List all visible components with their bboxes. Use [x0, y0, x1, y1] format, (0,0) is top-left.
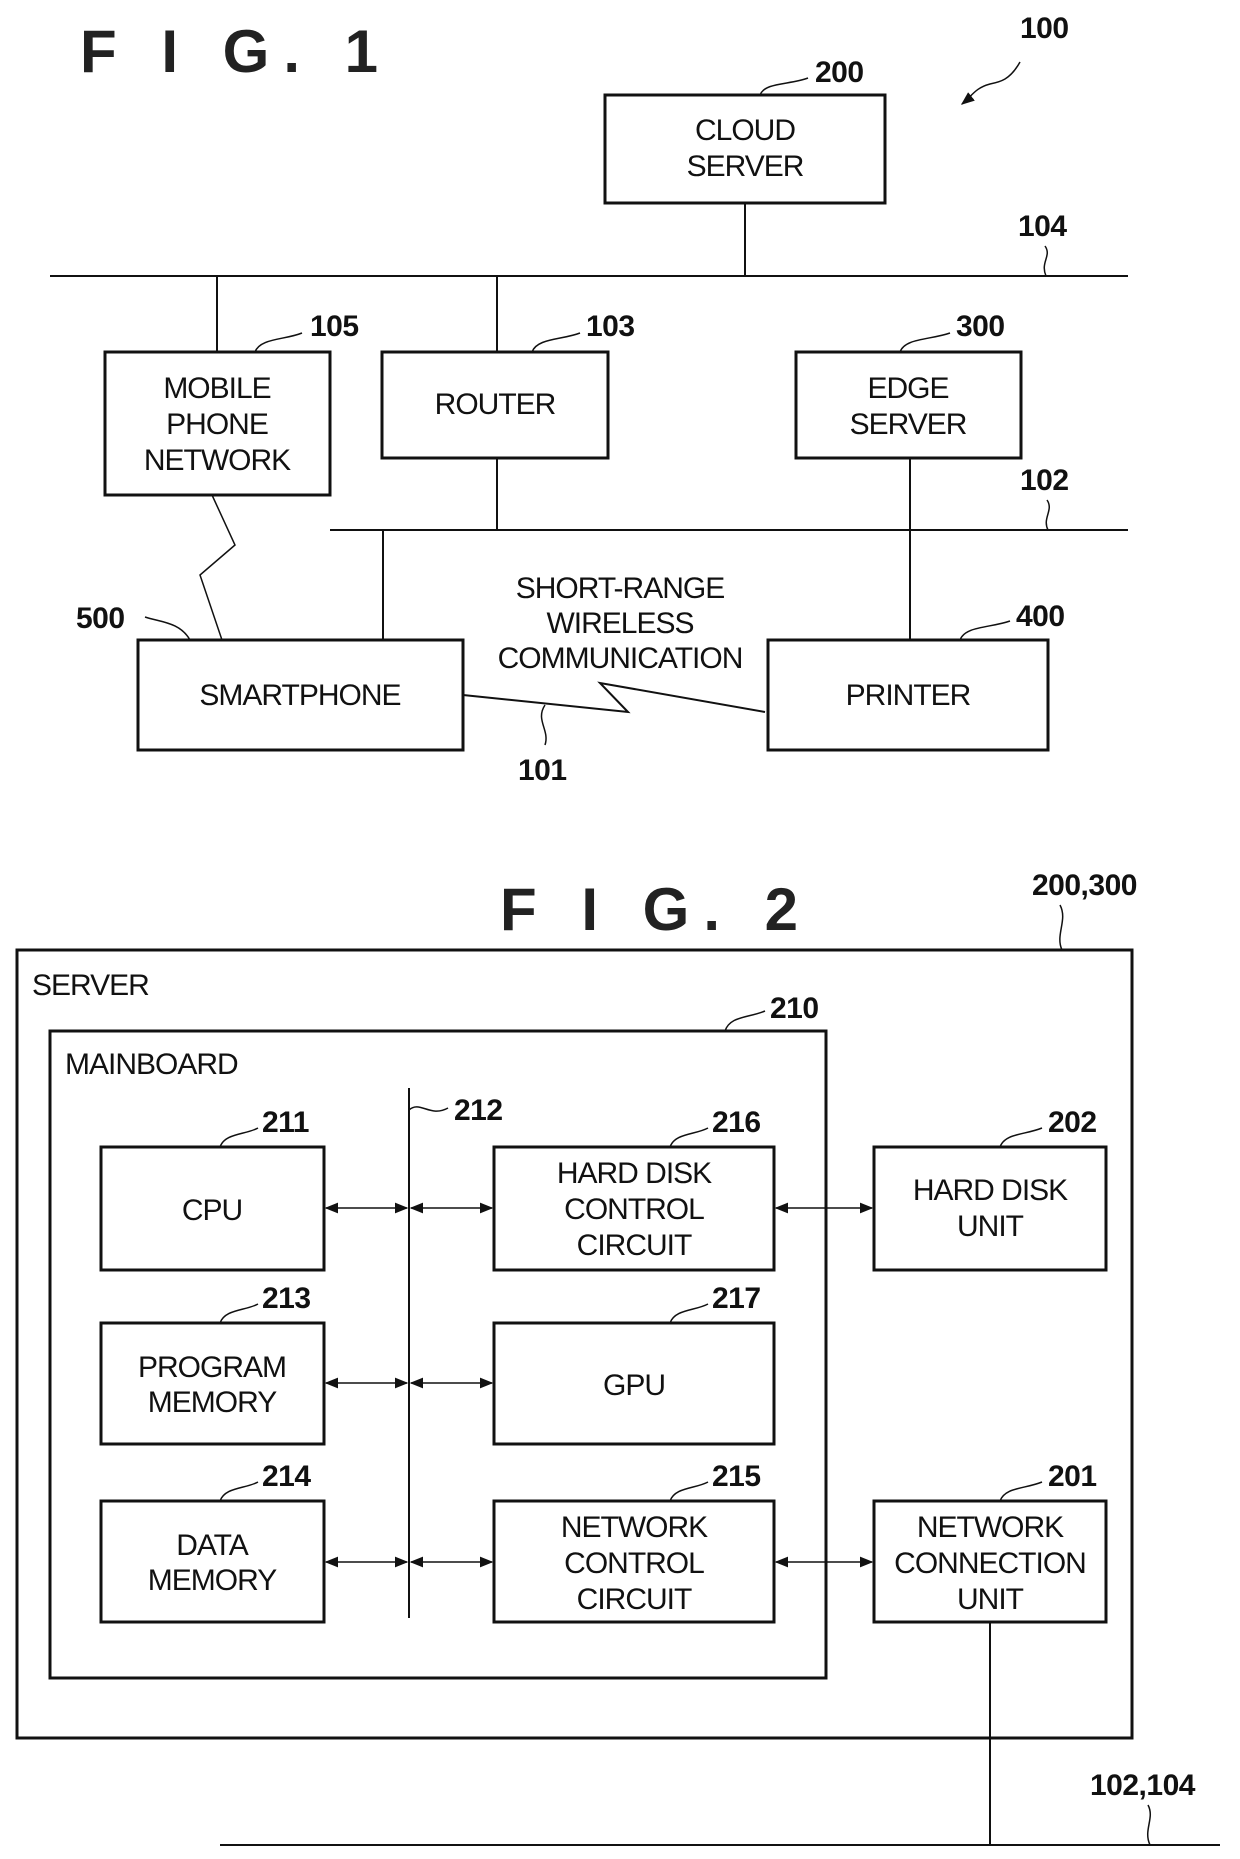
cloud-line-2: SERVER: [687, 150, 804, 183]
smartphone-ref: 500: [76, 602, 125, 635]
data-memory-leader: [219, 1481, 259, 1502]
system-ref-arrow: [960, 61, 1021, 105]
cpu-label: CPU: [182, 1194, 242, 1227]
bus-ref: 212: [454, 1094, 503, 1127]
cpu-ref: 211: [262, 1106, 309, 1139]
printer-ref: 400: [1016, 600, 1065, 633]
edge-ref: 300: [956, 310, 1005, 343]
external-network-ref: 102,104: [1090, 1769, 1196, 1802]
router-label: ROUTER: [435, 388, 556, 421]
network-102-leader: [1045, 499, 1051, 531]
patent-diagram: F I G. 1 100 CLOUD SERVER 200 104 MOBILE…: [15, 12, 1220, 1846]
node-edge-server[interactable]: EDGE SERVER: [794, 350, 1023, 460]
node-hard-disk-unit[interactable]: HARD DISK UNIT: [872, 1145, 1108, 1272]
cpu-leader: [219, 1127, 259, 1148]
mobile-ref: 105: [310, 310, 359, 343]
node-cloud-server[interactable]: CLOUD SERVER: [603, 93, 887, 205]
node-printer[interactable]: PRINTER: [766, 638, 1050, 752]
network-104-ref: 104: [1018, 210, 1067, 243]
server-label: SERVER: [32, 969, 149, 1002]
net-conn-ref: 201: [1048, 1460, 1097, 1493]
edge-line-1: EDGE: [867, 372, 948, 405]
router-leader: [531, 332, 581, 353]
mobile-line-3: NETWORK: [144, 444, 291, 477]
hdd-unit-line-1: HARD DISK: [913, 1174, 1068, 1207]
net-conn-line-1: NETWORK: [917, 1511, 1064, 1544]
short-range-ref: 101: [518, 754, 567, 787]
net-conn-line-2: CONNECTION: [894, 1547, 1086, 1580]
node-smartphone[interactable]: SMARTPHONE: [136, 638, 465, 752]
hdd-ctrl-ref: 216: [712, 1106, 761, 1139]
fig1-title: F I G. 1: [80, 18, 392, 85]
cellular-link: [199, 494, 236, 641]
node-network-connection-unit[interactable]: NETWORK CONNECTION UNIT: [872, 1499, 1108, 1624]
data-memory-line-2: MEMORY: [148, 1564, 277, 1597]
net-conn-line-3: UNIT: [957, 1583, 1024, 1616]
short-range-link: [462, 681, 766, 714]
edge-leader: [899, 332, 951, 353]
cloud-leader: [759, 77, 809, 96]
hdd-unit-ref: 202: [1048, 1106, 1097, 1139]
node-program-memory[interactable]: PROGRAM MEMORY: [99, 1321, 326, 1446]
smartphone-leader: [144, 616, 191, 641]
node-cpu[interactable]: CPU: [99, 1145, 326, 1272]
gpu-ref: 217: [712, 1282, 761, 1315]
node-mobile-phone-network[interactable]: MOBILE PHONE NETWORK: [103, 350, 332, 497]
printer-label: PRINTER: [846, 679, 971, 712]
hdd-ctrl-line-3: CIRCUIT: [577, 1229, 692, 1262]
printer-leader: [959, 620, 1011, 641]
net-ctrl-leader: [669, 1481, 709, 1502]
bus-leader: [408, 1106, 449, 1112]
server-ref: 200,300: [1032, 869, 1137, 902]
mobile-leader: [254, 332, 303, 353]
node-network-control-circuit[interactable]: NETWORK CONTROL CIRCUIT: [492, 1499, 776, 1624]
hdd-ctrl-line-2: CONTROL: [564, 1193, 704, 1226]
mainboard-leader: [724, 1010, 766, 1032]
cloud-line-1: CLOUD: [695, 114, 795, 147]
hdd-ctrl-leader: [669, 1127, 709, 1148]
smartphone-label: SMARTPHONE: [199, 679, 400, 712]
data-memory-line-1: DATA: [176, 1529, 249, 1562]
net-ctrl-ref: 215: [712, 1460, 761, 1493]
mobile-line-2: PHONE: [166, 408, 268, 441]
short-range-leader: [540, 704, 547, 746]
node-router[interactable]: ROUTER: [380, 350, 610, 460]
hdd-ctrl-line-1: HARD DISK: [557, 1157, 712, 1190]
node-gpu[interactable]: GPU: [492, 1321, 776, 1446]
node-hard-disk-control-circuit[interactable]: HARD DISK CONTROL CIRCUIT: [492, 1145, 776, 1272]
short-range-line-1: SHORT-RANGE: [516, 572, 724, 605]
program-memory-leader: [219, 1303, 259, 1324]
short-range-line-2: WIRELESS: [546, 607, 693, 640]
data-memory-ref: 214: [262, 1460, 311, 1493]
program-memory-ref: 213: [262, 1282, 311, 1315]
gpu-leader: [669, 1303, 709, 1324]
router-ref: 103: [586, 310, 635, 343]
net-ctrl-line-3: CIRCUIT: [577, 1583, 692, 1616]
network-102-ref: 102: [1020, 464, 1069, 497]
program-memory-line-1: PROGRAM: [138, 1351, 286, 1384]
mainboard-label: MAINBOARD: [65, 1048, 238, 1081]
fig2-title: F I G. 2: [500, 876, 812, 943]
edge-line-2: SERVER: [850, 408, 967, 441]
program-memory-line-2: MEMORY: [148, 1386, 277, 1419]
network-104-leader: [1043, 245, 1049, 277]
external-network-leader: [1146, 1804, 1152, 1846]
system-ref: 100: [1020, 12, 1069, 45]
hdd-unit-line-2: UNIT: [957, 1210, 1024, 1243]
server-leader: [1059, 904, 1064, 951]
net-ctrl-line-1: NETWORK: [561, 1511, 708, 1544]
mobile-line-1: MOBILE: [163, 372, 270, 405]
svg-text:CLOUD: CLOUD: [695, 114, 795, 147]
net-ctrl-line-2: CONTROL: [564, 1547, 704, 1580]
short-range-line-3: COMMUNICATION: [498, 642, 743, 675]
cloud-ref: 200: [815, 56, 864, 89]
mainboard-ref: 210: [770, 992, 819, 1025]
gpu-label: GPU: [603, 1369, 665, 1402]
net-conn-leader: [999, 1481, 1043, 1502]
hdd-unit-leader: [999, 1127, 1043, 1148]
svg-text:SERVER: SERVER: [687, 150, 804, 183]
node-data-memory[interactable]: DATA MEMORY: [99, 1499, 326, 1624]
